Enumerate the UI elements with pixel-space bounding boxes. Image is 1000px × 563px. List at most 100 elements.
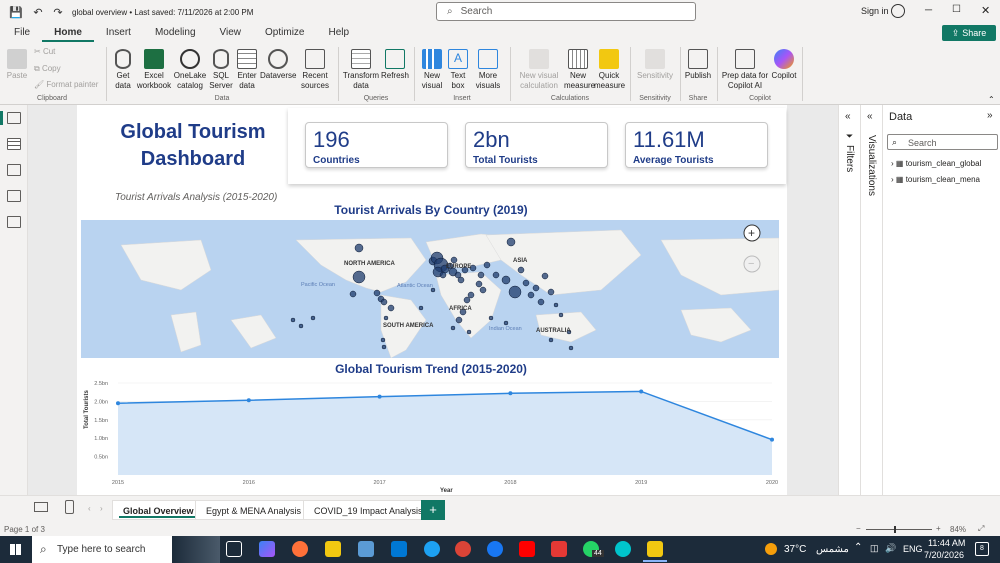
model-view-icon[interactable] — [7, 164, 21, 176]
scroll-left-icon[interactable]: ‹ — [88, 504, 91, 513]
quick-measure-button[interactable]: Quick measure — [594, 49, 625, 91]
trend-point[interactable] — [116, 401, 120, 406]
country-bubble[interactable] — [349, 290, 357, 298]
save-icon[interactable]: 💾 — [8, 4, 24, 20]
zoom-out-button[interactable]: − — [856, 524, 861, 533]
redo-icon[interactable]: ↷ — [50, 4, 66, 20]
sql-server-button[interactable]: SQL Server — [208, 49, 234, 91]
get-data-button[interactable]: Get data — [110, 49, 136, 91]
zoom-slider[interactable] — [866, 526, 932, 533]
powerbi-icon[interactable] — [647, 541, 663, 557]
fit-to-page-icon[interactable]: ⤢ — [978, 524, 984, 534]
filters-pane-collapsed[interactable]: « ⏷ Filters — [838, 105, 860, 495]
format-painter-button[interactable]: 🖌 Format painter — [34, 80, 98, 90]
windows-start-icon[interactable] — [10, 544, 21, 555]
firefox-icon[interactable] — [292, 541, 308, 557]
country-bubble[interactable] — [479, 286, 487, 294]
refresh-button[interactable]: Refresh — [380, 49, 410, 81]
country-bubble[interactable] — [418, 305, 424, 311]
tab-covid-impact[interactable]: COVID_19 Impact Analysis — [303, 500, 434, 520]
country-bubble[interactable] — [298, 323, 304, 329]
chrome-icon[interactable] — [455, 541, 471, 557]
country-bubble[interactable] — [455, 316, 463, 324]
country-bubble[interactable] — [527, 291, 535, 299]
trend-point[interactable] — [639, 389, 644, 394]
recent-sources-button[interactable]: Recent sources — [297, 49, 333, 91]
onelake-button[interactable]: OneLake catalog — [172, 49, 208, 91]
l-app-icon[interactable] — [551, 541, 567, 557]
publish-button[interactable]: Publish — [684, 49, 712, 81]
country-bubble[interactable] — [310, 315, 316, 321]
notifications-icon[interactable]: 8 — [975, 542, 989, 556]
expand-filters-icon[interactable]: « — [845, 111, 851, 122]
country-bubble[interactable] — [477, 271, 485, 279]
enter-data-button[interactable]: Enter data — [234, 49, 260, 91]
country-bubble[interactable] — [290, 317, 296, 323]
country-bubble[interactable] — [475, 280, 483, 288]
country-bubble[interactable] — [517, 266, 525, 274]
country-bubble[interactable] — [537, 298, 545, 306]
visualizations-pane-collapsed[interactable]: « Visualizations — [860, 105, 882, 495]
country-bubble[interactable] — [568, 345, 574, 351]
minimize-icon[interactable]: ─ — [925, 5, 932, 16]
facebook-icon[interactable] — [487, 541, 503, 557]
paste-button[interactable]: Paste — [4, 49, 30, 81]
kpi-card-average-tourists[interactable]: 11.61M Average Tourists — [625, 122, 768, 168]
prep-copilot-button[interactable]: Prep data for Copilot AI — [720, 49, 770, 91]
menu-help[interactable]: Help — [316, 24, 361, 42]
undo-icon[interactable]: ↶ — [30, 4, 46, 20]
country-bubble[interactable] — [483, 261, 491, 269]
new-visual-button[interactable]: New visual — [418, 49, 446, 91]
country-bubble[interactable] — [558, 312, 564, 318]
desktop-layout-icon[interactable] — [34, 502, 48, 512]
transform-data-button[interactable]: Transform data — [342, 49, 380, 91]
mobile-layout-icon[interactable] — [65, 500, 74, 514]
canva-icon[interactable] — [615, 541, 631, 557]
country-bubble[interactable] — [503, 320, 509, 326]
kpi-card-total-tourists[interactable]: 2bn Total Tourists — [465, 122, 608, 168]
country-bubble[interactable] — [439, 271, 447, 279]
file-explorer-icon[interactable] — [325, 541, 341, 557]
table-item[interactable]: › ▦ tourism_clean_mena — [891, 175, 980, 184]
clock-date[interactable]: 7/20/2026 — [924, 550, 964, 560]
dataverse-button[interactable]: Dataverse — [260, 49, 296, 81]
country-bubble[interactable] — [501, 275, 511, 285]
menu-home[interactable]: Home — [42, 24, 94, 42]
country-bubble[interactable] — [541, 272, 549, 280]
zoom-in-button[interactable]: + — [936, 524, 941, 533]
language-indicator[interactable]: ENG — [903, 544, 923, 554]
tourist-map[interactable]: NORTH AMERICA SOUTH AMERICA EUROPE AFRIC… — [81, 220, 779, 358]
sign-in-link[interactable]: Sign in — [861, 6, 889, 16]
trend-chart[interactable]: Total Tourists Year 0.5bn 1.0bn 1.5bn 2.0bn… — [80, 375, 785, 495]
trend-point[interactable] — [246, 398, 251, 403]
copy-button[interactable]: ⧉ Copy — [34, 64, 61, 74]
trend-point[interactable] — [377, 394, 382, 399]
menu-modeling[interactable]: Modeling — [143, 24, 208, 42]
country-bubble[interactable] — [522, 279, 530, 287]
kpi-card-countries[interactable]: 196 Countries — [305, 122, 448, 168]
table-view-icon[interactable] — [7, 138, 21, 150]
copilot-button[interactable]: Copilot — [770, 49, 798, 81]
tmdl-view-icon[interactable] — [7, 216, 21, 228]
sensitivity-button[interactable]: Sensitivity — [634, 49, 676, 81]
country-bubble[interactable] — [380, 298, 388, 306]
scroll-right-icon[interactable]: › — [100, 504, 103, 513]
country-bubble[interactable] — [354, 243, 364, 253]
menu-optimize[interactable]: Optimize — [253, 24, 316, 42]
collapse-ribbon-icon[interactable]: ⌃ — [988, 95, 995, 104]
more-visuals-button[interactable]: More visuals — [472, 49, 504, 91]
collapse-data-pane-icon[interactable]: » — [987, 110, 993, 121]
report-view-icon[interactable] — [7, 112, 21, 124]
tab-egypt-mena[interactable]: Egypt & MENA Analysis — [195, 500, 313, 520]
taskbar-search-box[interactable]: ⌕ Type here to search — [32, 536, 172, 563]
country-bubble[interactable] — [553, 302, 559, 308]
chevron-up-icon[interactable]: ⌃ — [854, 542, 862, 553]
excel-button[interactable]: Excel workbook — [136, 49, 172, 91]
country-bubble[interactable] — [492, 271, 500, 279]
country-bubble[interactable] — [547, 288, 555, 296]
country-bubble[interactable] — [506, 237, 516, 247]
close-icon[interactable]: ✕ — [981, 4, 990, 17]
account-icon[interactable] — [891, 4, 905, 18]
country-bubble[interactable] — [450, 256, 458, 264]
country-bubble[interactable] — [383, 315, 389, 321]
